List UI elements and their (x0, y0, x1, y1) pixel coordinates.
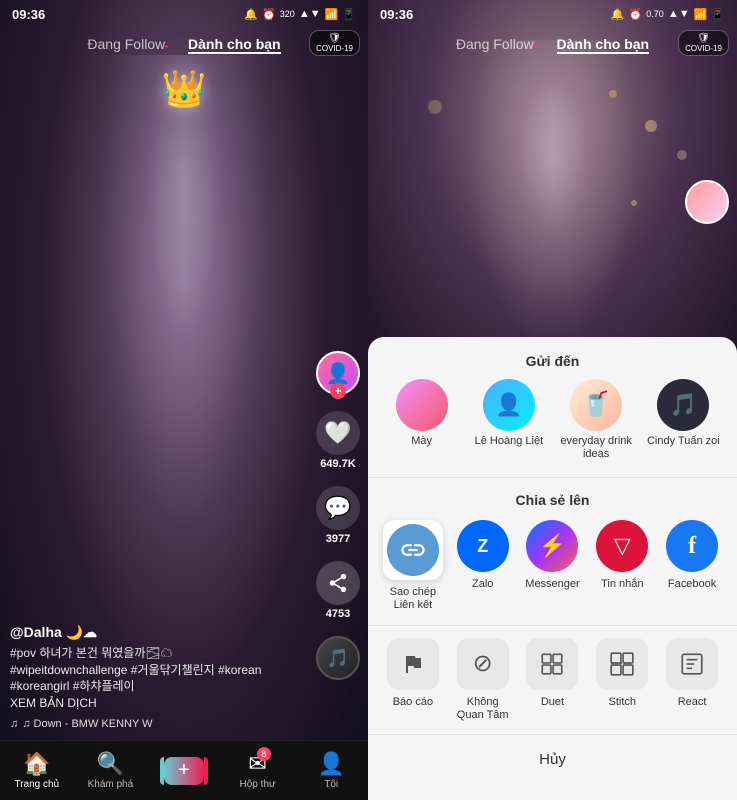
heart-icon: 🤍 (316, 411, 360, 455)
share-bottom-sheet: Gửi đến Mày 👤 Lê Hoàng Liệt 🥤 everyday d… (368, 337, 737, 800)
explore-label: Khám phá (88, 779, 134, 790)
follow-plus-badge: + (330, 383, 346, 399)
search-icon: 🔍 (97, 751, 124, 777)
crown-decoration: 👑 (162, 68, 207, 110)
left-time: 09:36 (12, 7, 45, 22)
creator-avatar[interactable]: 👤 + (316, 351, 360, 395)
sheet-divider-1 (368, 477, 737, 478)
action-row: Báo cáo ⊘ KhôngQuan Tâm (368, 630, 737, 730)
following-tab-right[interactable]: Đang Follow• (456, 36, 537, 54)
share-icon (316, 561, 360, 605)
contacts-row: Mày 👤 Lê Hoàng Liệt 🥤 everyday drink ide… (368, 379, 737, 473)
left-bottom-nav: 🏠 Trang chủ 🔍 Khám phá + ✉ 8 Hộp thư 👤 T… (0, 740, 368, 800)
contact-avatar-drink: 🥤 (570, 379, 622, 431)
contact-avatar-may (396, 379, 448, 431)
right-creator-avatar[interactable] (685, 180, 729, 224)
profile-nav-item[interactable]: 👤 Tôi (294, 751, 368, 790)
right-covid-badge: 🛡 COVID-19 (678, 30, 729, 56)
messenger-button[interactable]: ⚡ Messenger (518, 520, 588, 612)
share-row: Sao chépLiên kết Z Zalo ⚡ Messenger ▽ (368, 520, 737, 620)
video-description: #pov 하녀가 본건 뭐였을까🌫☁ #wipeitdownchallenge … (10, 645, 308, 712)
inbox-icon-wrap: ✉ 8 (248, 751, 266, 777)
home-label: Trang chủ (14, 779, 59, 790)
stitch-button[interactable]: Stitch (587, 638, 657, 722)
like-button[interactable]: 🤍 649.7K (316, 411, 360, 470)
copy-link-button[interactable]: Sao chépLiên kết (378, 520, 448, 612)
facebook-button[interactable]: f Facebook (657, 520, 727, 612)
left-status-bar: 09:36 🔔 ⏰ 320 ▲▼ 📶 📱 (0, 0, 368, 28)
contact-avatar-le: 👤 (483, 379, 535, 431)
inbox-label: Hộp thư (239, 779, 275, 790)
bokeh-light-3 (677, 150, 687, 160)
report-icon (387, 638, 439, 690)
message-icon: ▽ (596, 520, 648, 572)
contact-drink[interactable]: 🥤 everyday drink ideas (559, 379, 634, 461)
profile-label: Tôi (324, 779, 338, 790)
right-status-bar: 09:36 🔔 ⏰ 0.70 ▲▼ 📶 📱 (368, 0, 737, 28)
not-interested-button[interactable]: ⊘ KhôngQuan Tâm (448, 638, 518, 722)
zalo-icon: Z (457, 520, 509, 572)
stitch-icon (596, 638, 648, 690)
copy-link-icon (387, 524, 439, 576)
right-panel: 09:36 🔔 ⏰ 0.70 ▲▼ 📶 📱 Đang Follow• Dành … (368, 0, 737, 800)
not-interested-icon: ⊘ (457, 638, 509, 690)
left-status-icons: 🔔 ⏰ 320 ▲▼ 📶 📱 (244, 8, 356, 21)
duet-icon (526, 638, 578, 690)
following-tab-left[interactable]: Đang Follow• (87, 36, 168, 54)
home-nav-item[interactable]: 🏠 Trang chủ (0, 751, 74, 790)
facebook-icon: f (666, 520, 718, 572)
left-covid-badge: 🛡 COVID-19 (309, 30, 360, 56)
comment-icon: 💬 (316, 486, 360, 530)
right-action-buttons (685, 180, 729, 224)
messenger-icon: ⚡ (526, 520, 578, 572)
sheet-divider-2 (368, 625, 737, 626)
right-status-icons: 🔔 ⏰ 0.70 ▲▼ 📶 📱 (611, 8, 725, 21)
bokeh-light-1 (645, 120, 657, 132)
video-info: @Dalha 🌙☁ #pov 하녀가 본건 뭐였을까🌫☁ #wipeitdown… (10, 624, 308, 730)
comment-button[interactable]: 💬 3977 (316, 486, 360, 545)
contact-le[interactable]: 👤 Lê Hoàng Liệt (471, 379, 546, 461)
share-title: Chia sẻ lên (368, 482, 737, 520)
right-time: 09:36 (380, 7, 413, 22)
music-info: ♫ ♫ Down - BMW KENNY W (10, 718, 308, 730)
bokeh-light-5 (428, 100, 442, 114)
report-button[interactable]: Báo cáo (378, 638, 448, 722)
for-you-tab-left[interactable]: Dành cho bạn (188, 36, 281, 54)
react-button[interactable]: React (657, 638, 727, 722)
inbox-badge: 8 (257, 747, 271, 761)
duet-button[interactable]: Duet (518, 638, 588, 722)
react-icon (666, 638, 718, 690)
message-button[interactable]: ▽ Tin nhắn (587, 520, 657, 612)
contact-cindy[interactable]: 🎵 Cindy Tuấn zoi (646, 379, 721, 461)
cancel-button[interactable]: Hủy (368, 739, 737, 780)
left-action-buttons: 👤 + 🤍 649.7K 💬 3977 4753 🎵 (316, 351, 360, 680)
music-disc: 🎵 (316, 636, 360, 680)
explore-nav-item[interactable]: 🔍 Khám phá (74, 751, 148, 790)
username[interactable]: @Dalha 🌙☁ (10, 624, 308, 641)
profile-icon: 👤 (317, 751, 344, 777)
home-icon: 🏠 (23, 751, 50, 777)
contact-avatar-cindy: 🎵 (657, 379, 709, 431)
comment-count: 3977 (326, 533, 350, 545)
bokeh-light-2 (609, 90, 617, 98)
create-nav-item[interactable]: + (147, 757, 221, 785)
left-panel: 👑 09:36 🔔 ⏰ 320 ▲▼ 📶 📱 Đang Follow• Dành… (0, 0, 368, 800)
zalo-button[interactable]: Z Zalo (448, 520, 518, 612)
sheet-divider-3 (368, 734, 737, 735)
create-icon: + (164, 757, 204, 785)
like-count: 649.7K (320, 458, 355, 470)
inbox-nav-item[interactable]: ✉ 8 Hộp thư (221, 751, 295, 790)
share-button[interactable]: 4753 (316, 561, 360, 620)
contact-may[interactable]: Mày (384, 379, 459, 461)
bokeh-light-4 (631, 200, 637, 206)
for-you-tab-right[interactable]: Dành cho bạn (557, 36, 650, 54)
share-count: 4753 (326, 608, 350, 620)
send-to-title: Gửi đến (368, 337, 737, 379)
